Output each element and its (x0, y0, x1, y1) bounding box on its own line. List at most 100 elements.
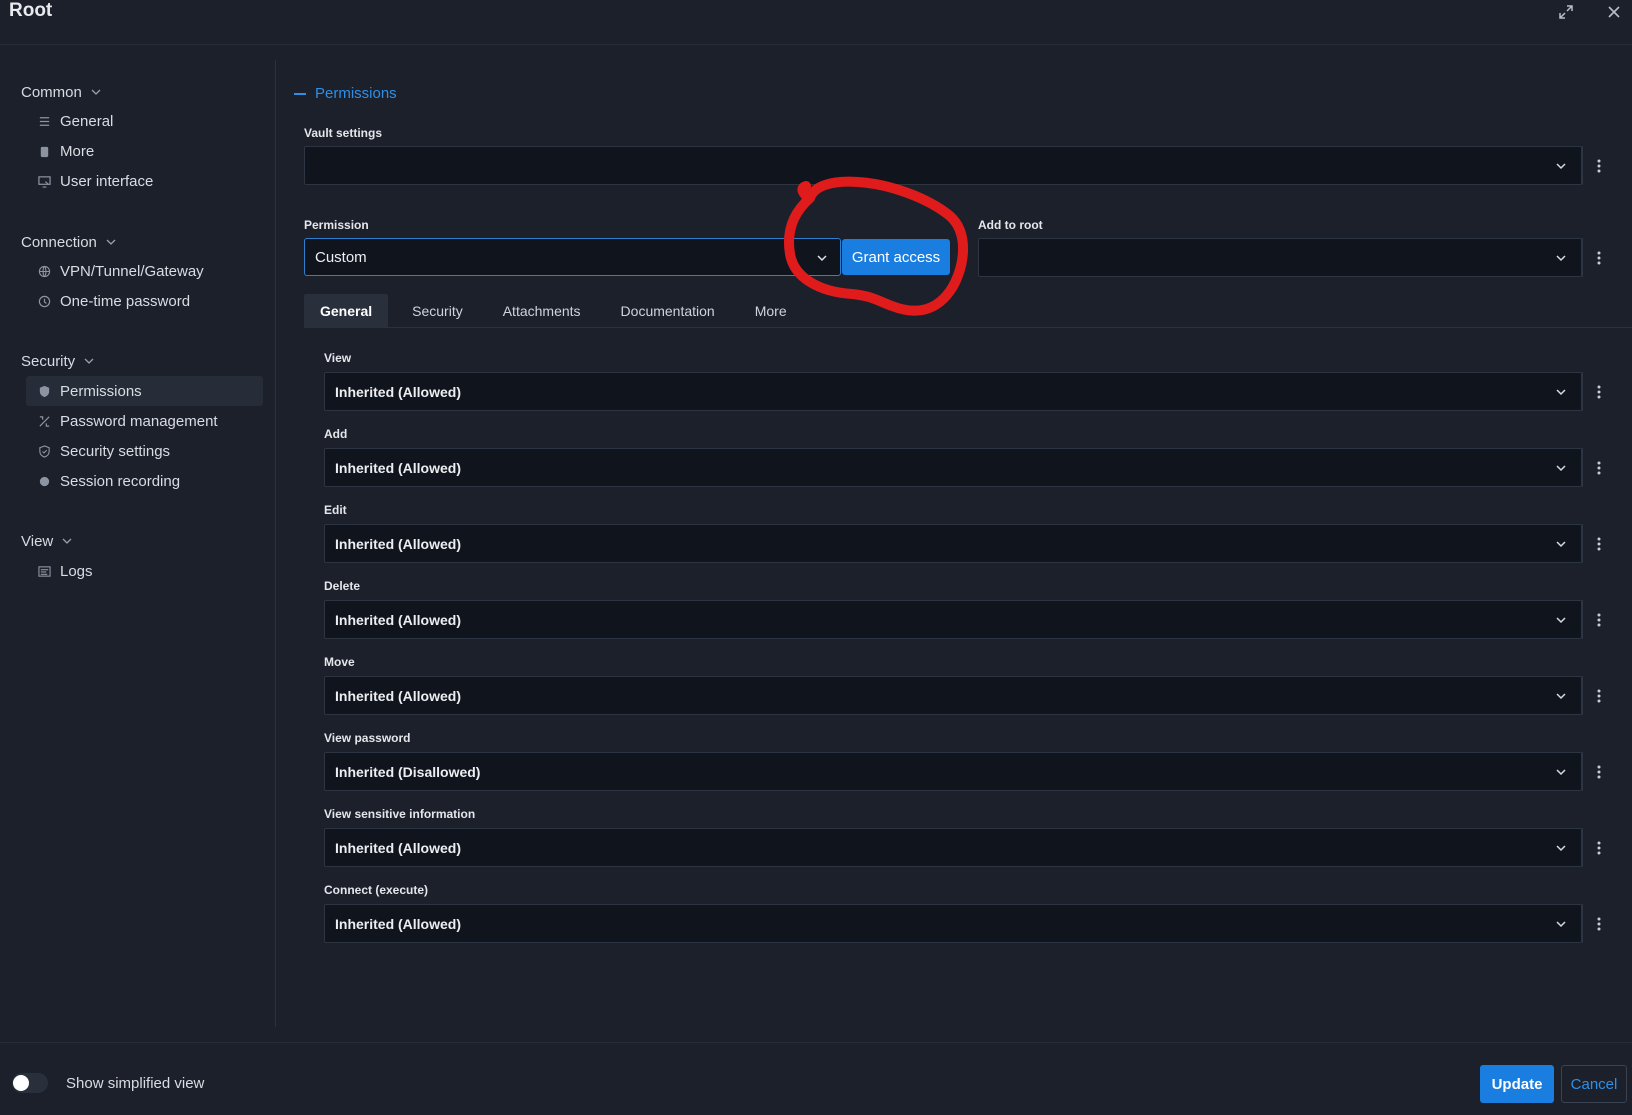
delete-permission-select[interactable]: Inherited (Allowed) (324, 600, 1582, 639)
view-password-more-button[interactable] (1582, 752, 1614, 791)
permissions-section-toggle[interactable]: Permissions (294, 85, 397, 102)
field-label: Connect (execute) (324, 883, 429, 897)
kebab-icon (1597, 251, 1600, 264)
kebab-icon (1597, 765, 1600, 778)
sidebar-item-session-recording[interactable]: Session recording (26, 466, 263, 496)
shield-icon (37, 384, 51, 398)
view-password-permission-select[interactable]: Inherited (Disallowed) (324, 752, 1582, 791)
chevron-down-icon (1556, 845, 1566, 852)
field-label: Delete (324, 579, 361, 593)
add-permission-select[interactable]: Inherited (Allowed) (324, 448, 1582, 487)
update-button[interactable]: Update (1480, 1065, 1554, 1103)
chevron-down-icon (1556, 541, 1566, 548)
clipboard-icon (37, 144, 51, 158)
tab-documentation[interactable]: Documentation (605, 294, 731, 327)
field-label: View password (324, 731, 411, 745)
sidebar-item-more[interactable]: More (26, 136, 263, 166)
view-sensitive-information-permission-select[interactable]: Inherited (Allowed) (324, 828, 1582, 867)
connect-execute-more-button[interactable] (1582, 904, 1614, 943)
field-label: Add (324, 427, 348, 441)
kebab-icon (1597, 537, 1600, 550)
close-icon[interactable] (1604, 2, 1624, 22)
chevron-down-icon (1556, 465, 1566, 472)
chevron-down-icon (817, 255, 827, 262)
edit-permission-select[interactable]: Inherited (Allowed) (324, 524, 1582, 563)
title-bar: Root (0, 0, 1632, 45)
view-sensitive-information-more-button[interactable] (1582, 828, 1614, 867)
sidebar-item-label: Permissions (60, 382, 142, 400)
sidebar-section-label: Common (21, 83, 82, 101)
delete-more-button[interactable] (1582, 600, 1614, 639)
sidebar-item-general[interactable]: General (26, 106, 263, 136)
add-more-button[interactable] (1582, 448, 1614, 487)
sidebar: Common General More User interface Conne… (0, 60, 276, 1027)
maximize-icon[interactable] (1556, 2, 1576, 22)
tab-security[interactable]: Security (396, 294, 479, 327)
sidebar-item-password-management[interactable]: Password management (26, 406, 263, 436)
record-icon (37, 474, 51, 488)
grant-access-button[interactable]: Grant access (842, 239, 950, 275)
sidebar-section-connection[interactable]: Connection (21, 232, 117, 252)
key-icon (37, 414, 51, 428)
sidebar-item-label: Logs (60, 562, 93, 580)
permission-value: Custom (315, 248, 367, 266)
toggle-knob (13, 1075, 29, 1091)
sidebar-item-one-time-password[interactable]: One-time password (26, 286, 263, 316)
add-to-root-more-button[interactable] (1582, 238, 1614, 277)
sidebar-section-security[interactable]: Security (21, 351, 95, 371)
sidebar-section-common[interactable]: Common (21, 82, 102, 102)
chevron-down-icon (1556, 693, 1566, 700)
kebab-icon (1597, 689, 1600, 702)
tab-attachments[interactable]: Attachments (487, 294, 597, 327)
permission-select[interactable]: Custom (304, 238, 841, 276)
sidebar-item-security-settings[interactable]: Security settings (26, 436, 263, 466)
vault-settings-select[interactable] (304, 146, 1582, 185)
add-to-root-select[interactable] (978, 238, 1582, 277)
sidebar-item-label: More (60, 142, 95, 160)
add-to-root-label: Add to root (978, 218, 1043, 232)
move-more-button[interactable] (1582, 676, 1614, 715)
field-value: Inherited (Allowed) (335, 687, 461, 704)
chevron-down-icon (84, 358, 94, 364)
kebab-icon (1597, 159, 1600, 172)
sidebar-item-vpn-tunnel-gateway[interactable]: VPN/Tunnel/Gateway (26, 256, 263, 286)
collapse-icon (294, 92, 306, 95)
sidebar-item-permissions[interactable]: Permissions (26, 376, 263, 406)
field-value: Inherited (Allowed) (335, 611, 461, 628)
sidebar-item-label: VPN/Tunnel/Gateway (60, 262, 204, 280)
clock-icon (37, 294, 51, 308)
sidebar-item-label: Password management (60, 412, 218, 430)
sidebar-item-logs[interactable]: Logs (26, 556, 263, 586)
simplified-view-toggle[interactable] (12, 1073, 48, 1093)
kebab-icon (1597, 841, 1600, 854)
tab-more[interactable]: More (739, 294, 803, 327)
chevron-down-icon (62, 538, 72, 544)
view-more-button[interactable] (1582, 372, 1614, 411)
tab-general[interactable]: General (304, 294, 389, 327)
permission-label: Permission (304, 218, 369, 232)
chevron-down-icon (1556, 255, 1566, 262)
field-value: Inherited (Allowed) (335, 839, 461, 856)
cancel-button[interactable]: Cancel (1561, 1065, 1627, 1103)
view-permission-select[interactable]: Inherited (Allowed) (324, 372, 1582, 411)
sidebar-section-view[interactable]: View (21, 531, 73, 551)
footer: Show simplified view Update Cancel (0, 1042, 1632, 1115)
section-title: Permissions (315, 85, 397, 102)
permission-tabs: General Security Attachments Documentati… (304, 294, 1632, 328)
shield-check-icon (37, 444, 51, 458)
field-value: Inherited (Allowed) (335, 915, 461, 932)
chevron-down-icon (1556, 163, 1566, 170)
log-icon (37, 564, 51, 578)
field-value: Inherited (Allowed) (335, 383, 461, 400)
field-label: View sensitive information (324, 807, 476, 821)
kebab-icon (1597, 461, 1600, 474)
sidebar-item-user-interface[interactable]: User interface (26, 166, 263, 196)
monitor-icon (37, 174, 51, 188)
sidebar-item-label: General (60, 112, 114, 130)
move-permission-select[interactable]: Inherited (Allowed) (324, 676, 1582, 715)
connect-execute-permission-select[interactable]: Inherited (Allowed) (324, 904, 1582, 943)
vault-settings-more-button[interactable] (1582, 146, 1614, 185)
globe-icon (37, 264, 51, 278)
vault-settings-label: Vault settings (304, 126, 383, 140)
edit-more-button[interactable] (1582, 524, 1614, 563)
